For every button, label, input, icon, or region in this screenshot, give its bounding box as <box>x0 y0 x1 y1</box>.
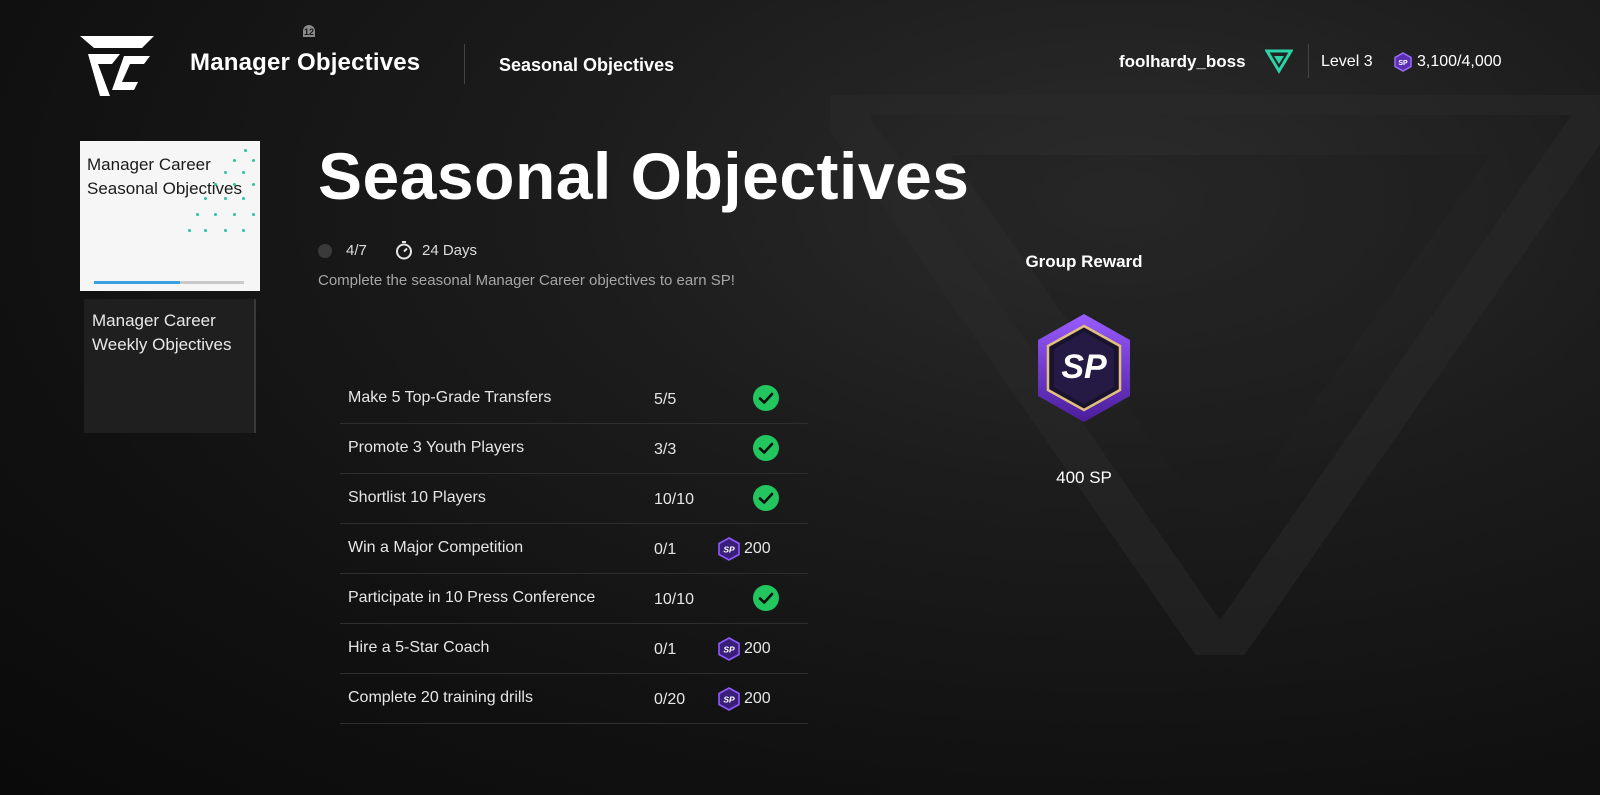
check-circle-icon <box>753 485 779 511</box>
section-title: Seasonal Objectives <box>318 139 970 213</box>
svg-text:SP: SP <box>723 695 735 705</box>
svg-text:SP: SP <box>1398 60 1408 67</box>
objective-progress: 0/1 <box>654 641 677 658</box>
group-reward-value: 400 SP <box>1056 468 1112 487</box>
objective-reward: 200 <box>744 540 771 557</box>
objective-reward: 200 <box>744 690 771 707</box>
objective-label: Shortlist 10 Players <box>348 489 486 506</box>
objective-progress: 0/1 <box>654 541 677 558</box>
objective-row[interactable]: Shortlist 10 Players 10/10 <box>340 474 808 524</box>
objective-label: Complete 20 training drills <box>348 689 533 706</box>
objective-progress: 10/10 <box>654 491 695 508</box>
user-level: Level 3 <box>1321 53 1373 70</box>
card-progress-bar <box>94 281 244 284</box>
time-remaining: 24 Days <box>422 242 478 259</box>
objective-reward: 200 <box>744 640 771 657</box>
fc-logo <box>80 36 154 96</box>
card-progress-fill <box>94 281 180 284</box>
objective-label: Promote 3 Youth Players <box>348 439 525 456</box>
notification-count: 12 <box>303 27 314 37</box>
stopwatch-icon <box>396 241 412 260</box>
sp-coin-icon: SP <box>718 637 740 661</box>
objective-label: Hire a 5-Star Coach <box>348 639 490 656</box>
objective-label: Make 5 Top-Grade Transfers <box>348 389 552 406</box>
objective-description: Complete the seasonal Manager Career obj… <box>318 272 735 289</box>
objective-row[interactable]: Hire a 5-Star Coach 0/1 SP 200 <box>340 624 808 674</box>
header-divider <box>1308 44 1309 78</box>
sp-coin-icon: SP <box>718 687 740 711</box>
header-divider <box>464 44 465 84</box>
sp-coin-icon: SP <box>1394 52 1412 72</box>
objective-label: Win a Major Competition <box>348 539 524 556</box>
division-badge-icon <box>1265 49 1293 74</box>
progress-icon <box>318 244 332 258</box>
objective-row[interactable]: Make 5 Top-Grade Transfers 5/5 <box>340 374 808 424</box>
objective-progress: 3/3 <box>654 441 677 458</box>
page-title: Manager Objectives <box>190 49 421 76</box>
completion-count: 4/7 <box>346 242 367 259</box>
sp-reward-badge-icon: SP <box>1038 314 1130 422</box>
check-circle-icon <box>753 385 779 411</box>
objective-row[interactable]: Participate in 10 Press Conference 10/10 <box>340 574 808 624</box>
objective-progress: 10/10 <box>654 591 695 608</box>
breadcrumb-seasonal-objectives[interactable]: Seasonal Objectives <box>499 55 674 76</box>
card-decoration <box>80 141 260 291</box>
sp-progress: 3,100/4,000 <box>1417 53 1502 70</box>
objectives-list: Make 5 Top-Grade Transfers 5/5 Promote 3 Y… <box>340 374 808 724</box>
objective-progress: 0/20 <box>654 691 686 708</box>
objective-row[interactable]: Complete 20 training drills 0/20 SP 200 <box>340 674 808 724</box>
svg-text:SP: SP <box>723 645 735 655</box>
top-bar: 12 Manager Objectives Seasonal Objective… <box>0 0 1600 120</box>
check-circle-icon <box>753 435 779 461</box>
check-circle-icon <box>753 585 779 611</box>
notification-bell-icon[interactable]: 12 <box>300 23 318 41</box>
objective-progress: 5/5 <box>654 391 677 408</box>
objective-row[interactable]: Promote 3 Youth Players 3/3 <box>340 424 808 474</box>
card-title: Manager Career Weekly Objectives <box>92 311 232 354</box>
card-manager-career-seasonal-objectives[interactable]: Manager Career Seasonal Objectives <box>80 141 260 291</box>
username: foolhardy_boss <box>1119 52 1246 71</box>
objective-row[interactable]: Win a Major Competition 0/1 SP 200 <box>340 524 808 574</box>
svg-text:SP: SP <box>723 545 735 555</box>
svg-text:SP: SP <box>1061 348 1107 386</box>
objective-label: Participate in 10 Press Conference <box>348 589 596 606</box>
sp-coin-icon: SP <box>718 537 740 561</box>
card-manager-career-weekly-objectives[interactable]: Manager Career Weekly Objectives <box>84 299 256 433</box>
group-reward-title: Group Reward <box>1025 252 1143 271</box>
